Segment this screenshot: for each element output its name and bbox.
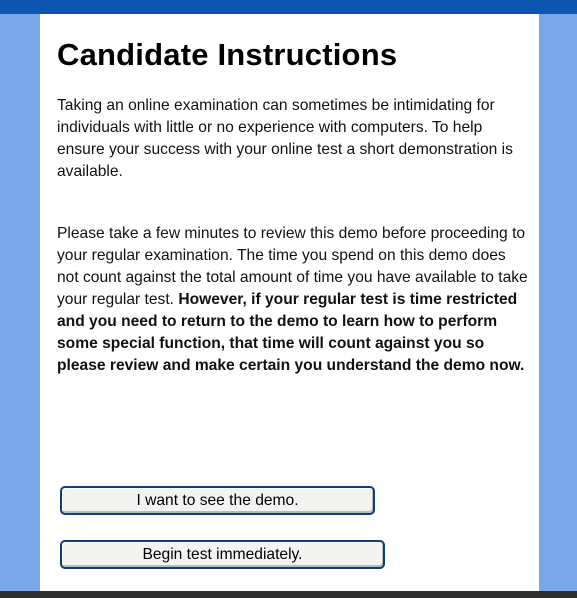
see-demo-button[interactable]: I want to see the demo. bbox=[60, 486, 375, 515]
begin-test-button[interactable]: Begin test immediately. bbox=[60, 540, 385, 569]
demo-timing-paragraph: Please take a few minutes to review this… bbox=[57, 223, 529, 377]
instructions-panel: Candidate Instructions Taking an online … bbox=[40, 14, 539, 591]
bottom-bar bbox=[0, 591, 577, 598]
page-title: Candidate Instructions bbox=[57, 37, 398, 72]
intro-paragraph: Taking an online examination can sometim… bbox=[57, 97, 513, 180]
page-frame: Candidate Instructions Taking an online … bbox=[0, 0, 577, 598]
top-bar bbox=[0, 0, 577, 14]
